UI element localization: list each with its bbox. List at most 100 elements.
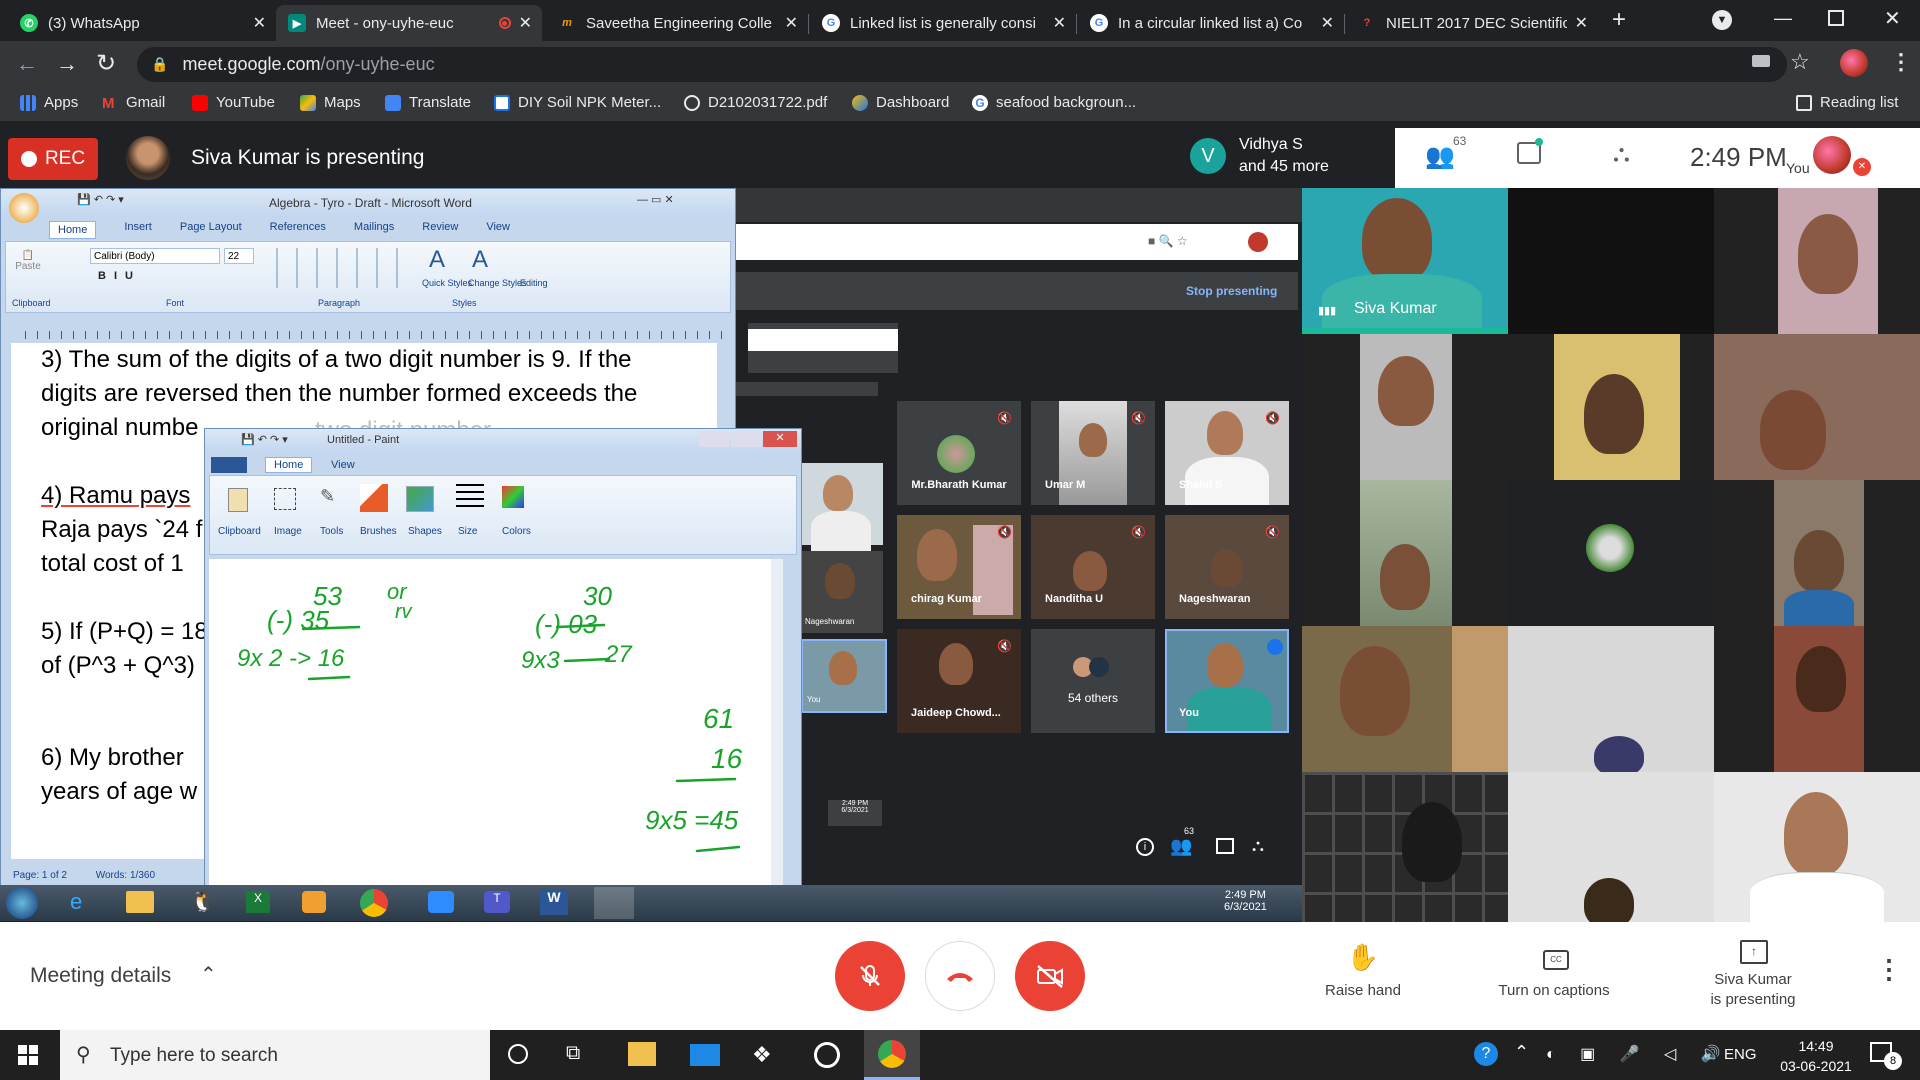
tab-circular-linked-list[interactable]: G In a circular linked list a) Co ✕ — [1078, 5, 1344, 41]
tab-saveetha[interactable]: m Saveetha Engineering Colle ✕ — [546, 5, 808, 41]
change-styles-icon[interactable]: A — [472, 246, 488, 274]
paint-app-menu-button[interactable] — [211, 457, 247, 473]
teams-icon[interactable]: T — [484, 891, 510, 913]
forward-icon[interactable]: → — [56, 51, 78, 77]
zoom-icon[interactable] — [428, 891, 454, 913]
editing-label[interactable]: Editing — [520, 278, 548, 288]
windows-start-icon[interactable] — [18, 1045, 38, 1065]
close-tab-icon[interactable]: ✕ — [253, 13, 266, 33]
tile-participant[interactable] — [1302, 334, 1508, 480]
ribbon-tab-references[interactable]: References — [270, 221, 326, 239]
explorer-icon[interactable] — [126, 891, 154, 913]
ie-icon[interactable]: e — [70, 889, 82, 915]
close-tab-icon[interactable]: ✕ — [1321, 13, 1334, 33]
bookmark-translate[interactable]: Translate — [385, 94, 471, 111]
chrome-icon[interactable] — [360, 889, 388, 917]
paint-tool-tools[interactable]: Tools — [320, 526, 343, 537]
paint-tab-home[interactable]: Home — [265, 457, 313, 473]
tile-participant[interactable] — [1714, 334, 1920, 480]
ribbon-tab-view[interactable]: View — [486, 221, 510, 239]
present-screen-icon[interactable]: ↑ — [1740, 940, 1768, 964]
paint-quick-access[interactable]: 💾 ↶ ↷ ▾ — [241, 433, 288, 446]
bookmark-maps[interactable]: Maps — [300, 94, 361, 111]
tile-participant[interactable] — [1508, 626, 1714, 772]
tile-participant[interactable] — [1302, 480, 1508, 626]
meeting-details-label[interactable]: Meeting details — [30, 964, 171, 988]
captions-label[interactable]: Turn on captions — [1474, 982, 1634, 999]
bookmark-apps[interactable]: Apps — [20, 94, 78, 111]
paste-button[interactable]: 📋 Paste — [12, 250, 44, 294]
camera-icon[interactable] — [1752, 55, 1770, 67]
tile-participant[interactable] — [1714, 772, 1920, 922]
bookmark-youtube[interactable]: YouTube — [192, 94, 275, 111]
task-view-icon[interactable]: ⧉ — [566, 1042, 580, 1065]
font-format-buttons[interactable]: BIU — [98, 270, 141, 282]
raise-hand-icon[interactable]: ✋ — [1318, 942, 1408, 973]
dropbox-icon[interactable]: ❖ — [752, 1042, 772, 1068]
bookmark-seafood[interactable]: Gseafood backgroun... — [972, 94, 1136, 111]
paint-canvas[interactable]: 53 or (-) 35 rv 9x 2 -> 16 30 (-) 03 9x3… — [209, 559, 783, 897]
tab-nielit[interactable]: ? NIELIT 2017 DEC Scientific A ✕ — [1346, 5, 1598, 41]
paint-tool-brushes[interactable]: Brushes — [360, 526, 397, 537]
tile-dark[interactable] — [1508, 188, 1714, 334]
ribbon-tab-home[interactable]: Home — [49, 221, 97, 239]
address-bar[interactable]: 🔒 meet.google.com/ony-uyhe-euc — [137, 47, 1787, 82]
help-icon[interactable]: ? — [1474, 1042, 1498, 1066]
nested-stop-presenting[interactable]: Stop presenting — [1186, 284, 1277, 298]
restore-icon[interactable] — [1828, 10, 1844, 26]
bookmark-dashboard[interactable]: Dashboard — [852, 94, 949, 111]
font-size-select[interactable]: 22 — [224, 248, 254, 264]
paint-tool-shapes[interactable]: Shapes — [408, 526, 442, 537]
ribbon-tab-page-layout[interactable]: Page Layout — [180, 221, 242, 239]
paint-tool-image[interactable]: Image — [274, 526, 302, 537]
paint-tool-size[interactable]: Size — [458, 526, 477, 537]
bookmark-star-icon[interactable]: ☆ — [1790, 49, 1810, 75]
minimize-icon[interactable]: — — [1774, 8, 1792, 29]
tile-participant[interactable] — [1302, 626, 1508, 772]
ribbon-tab-mailings[interactable]: Mailings — [354, 221, 394, 239]
penguin-icon[interactable]: 🐧 — [190, 889, 215, 914]
bookmark-pdf[interactable]: D2102031722.pdf — [684, 94, 827, 111]
language-indicator[interactable]: ENG — [1724, 1046, 1757, 1063]
new-tab-button[interactable]: + — [1612, 6, 1626, 34]
tile-participant[interactable] — [1714, 626, 1920, 772]
close-tab-icon[interactable]: ✕ — [519, 13, 532, 33]
taskbar-search-box[interactable]: ⚲ Type here to search — [60, 1030, 490, 1080]
paint-tool-clipboard[interactable]: Clipboard — [218, 526, 261, 537]
ribbon-tab-review[interactable]: Review — [422, 221, 458, 239]
mail-icon[interactable] — [690, 1044, 720, 1066]
camera-toggle-button[interactable] — [1015, 941, 1085, 1011]
font-name-select[interactable]: Calibri (Body) — [90, 248, 220, 264]
more-options-icon[interactable]: ⋮ — [1876, 954, 1902, 985]
media-player-icon[interactable] — [302, 891, 326, 913]
tile-speaker[interactable]: ▮▮▮ Siva Kumar — [1302, 188, 1508, 334]
chevron-up-icon[interactable]: ⌃ — [200, 962, 217, 987]
tab-linked-list[interactable]: G Linked list is generally consi ✕ — [810, 5, 1076, 41]
paint-window-controls[interactable]: ✕ — [699, 431, 799, 449]
leave-call-button[interactable] — [925, 941, 995, 1011]
tile-participant[interactable] — [1508, 334, 1714, 480]
taskbar-clock[interactable]: 14:49 03-06-2021 — [1776, 1036, 1856, 1076]
close-tab-icon[interactable]: ✕ — [785, 13, 798, 33]
github-icon[interactable] — [814, 1042, 840, 1068]
tray-icons[interactable]: ◐ ▣ 🎤 ◁ 🔊 — [1546, 1044, 1731, 1064]
excel-icon[interactable]: X — [246, 891, 270, 913]
close-window-icon[interactable]: ✕ — [1884, 6, 1901, 31]
word-window-controls[interactable]: — ▭ ✕ — [637, 193, 674, 206]
cortana-icon[interactable] — [508, 1044, 528, 1064]
quick-styles-icon[interactable]: A — [429, 246, 445, 274]
tab-meet[interactable]: ▶ Meet - ony-uyhe-euc ✕ — [276, 5, 542, 41]
captions-icon[interactable]: CC — [1543, 950, 1569, 970]
tile-participant[interactable] — [1714, 188, 1920, 334]
bookmark-diy-soil[interactable]: DIY Soil NPK Meter... — [494, 94, 661, 111]
people-icon[interactable]: 👥 — [1425, 142, 1455, 171]
menu-kebab-icon[interactable]: ⋮ — [1890, 49, 1912, 75]
tile-participant[interactable] — [1714, 480, 1920, 626]
paint-taskbar-icon[interactable] — [594, 887, 634, 919]
tile-participant-avatar[interactable] — [1508, 480, 1714, 626]
chrome-taskbar-button[interactable] — [864, 1030, 920, 1080]
profile-avatar[interactable] — [1840, 49, 1868, 77]
presenter-status[interactable]: Siva Kumar is presenting — [1680, 970, 1826, 1010]
reading-list-button[interactable]: Reading list — [1796, 94, 1898, 111]
quick-access-icons[interactable]: 💾 ↶ ↷ ▾ — [77, 193, 124, 206]
